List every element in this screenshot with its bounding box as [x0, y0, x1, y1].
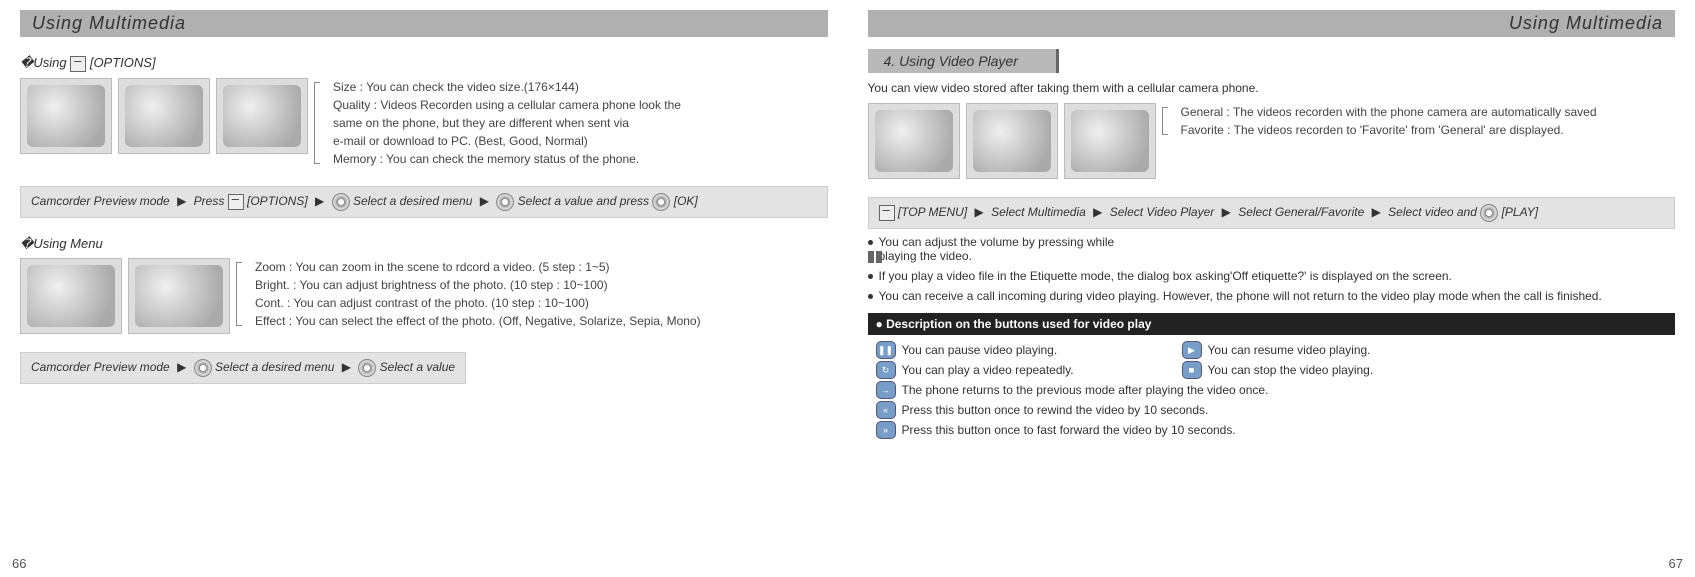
- intro-text: You can view video stored after taking t…: [868, 81, 1676, 95]
- options-icon: [70, 56, 86, 72]
- btn-desc: You can pause video playing.: [902, 343, 1182, 357]
- ok-icon: [652, 193, 670, 211]
- bar2-mid: Select a desired menu: [215, 360, 334, 374]
- option-item: Size : You can check the video size.(176…: [333, 78, 681, 96]
- bar-e: Select video and: [1388, 205, 1477, 219]
- page-number: 66: [12, 556, 26, 571]
- dpad-icon: [358, 359, 376, 377]
- genfav-item: Favorite : The videos recorden to 'Favor…: [1181, 121, 1597, 139]
- menu-icon: [879, 205, 895, 221]
- thumbnail: [966, 103, 1058, 179]
- option-item: e-mail or download to PC. (Best, Good, N…: [333, 132, 681, 150]
- bullet-text: If you play a video file in the Etiquett…: [879, 269, 1452, 283]
- dpad-icon: [496, 193, 514, 211]
- pause-icon: ❚❚: [876, 341, 896, 359]
- bar1-pre: Camcorder Preview mode: [31, 194, 170, 208]
- thumbnail: [216, 78, 308, 154]
- menu-item: Effect : You can select the effect of th…: [255, 312, 701, 330]
- thumbnail: [20, 78, 112, 154]
- bullet-text: You can receive a call incoming during v…: [879, 289, 1602, 303]
- options-icon: [228, 194, 244, 210]
- btn-desc: Press this button once to rewind the vid…: [902, 403, 1209, 417]
- instruction-bar-3: [TOP MENU] ▶ Select Multimedia ▶ Select …: [868, 197, 1676, 229]
- bar1-press: Press: [194, 194, 225, 208]
- btn-desc: You can play a video repeatedly.: [902, 363, 1182, 377]
- page-title-right: Using Multimedia: [868, 10, 1676, 37]
- thumbnail: [868, 103, 960, 179]
- option-item: same on the phone, but they are differen…: [333, 114, 681, 132]
- bar-play: [PLAY]: [1502, 205, 1538, 219]
- dpad-icon: [332, 193, 350, 211]
- bar1-opt: [OPTIONS]: [247, 194, 308, 208]
- stop-icon: ■: [1182, 361, 1202, 379]
- genfav-item: General : The videos recorden with the p…: [1181, 103, 1597, 121]
- menu-section-label: �Using Menu: [20, 236, 828, 252]
- rewind-icon: «: [876, 401, 896, 419]
- options-section-label: �Using [OPTIONS]: [20, 55, 828, 72]
- page-title-left: Using Multimedia: [20, 10, 828, 37]
- bar-d: Select General/Favorite: [1238, 205, 1364, 219]
- fastforward-icon: »: [876, 421, 896, 439]
- bar2-pre: Camcorder Preview mode: [31, 360, 170, 374]
- thumbnail: [20, 258, 122, 334]
- bar1-ok: [OK]: [674, 194, 698, 208]
- bar1-end-pre: Select a value and press: [518, 194, 649, 208]
- play-icon: [1480, 204, 1498, 222]
- bar1-mid: Select a desired menu: [353, 194, 472, 208]
- bullet-text-0: You can adjust the volume by pressing wh…: [879, 235, 1115, 263]
- bar2-end: Select a value: [380, 360, 455, 374]
- once-icon: →: [876, 381, 896, 399]
- page-number: 67: [1669, 556, 1683, 571]
- options-icon-label: [OPTIONS]: [90, 55, 156, 70]
- btn-desc: The phone returns to the previous mode a…: [902, 383, 1269, 397]
- button-table: ❚❚ You can pause video playing. ▶ You ca…: [876, 341, 1676, 439]
- btn-desc: You can resume video playing.: [1208, 343, 1371, 357]
- thumbnail: [1064, 103, 1156, 179]
- volume-up-icon: [868, 251, 874, 263]
- options-label-text: �Using: [20, 55, 67, 70]
- btn-desc: You can stop the video playing.: [1208, 363, 1374, 377]
- instruction-bar-2: Camcorder Preview mode ▶ Select a desire…: [20, 352, 466, 384]
- btn-desc: Press this button once to fast forward t…: [902, 423, 1236, 437]
- thumbnail: [128, 258, 230, 334]
- play-icon: ▶: [1182, 341, 1202, 359]
- bar-c: Select Video Player: [1110, 205, 1215, 219]
- bullet-text: You can adjust the volume by pressing wh…: [879, 235, 1123, 263]
- desc-header-text: Description on the buttons used for vide…: [886, 317, 1151, 331]
- volume-down-icon: [876, 251, 882, 263]
- description-header: ● Description on the buttons used for vi…: [868, 313, 1676, 335]
- menu-item: Zoom : You can zoom in the scene to rdco…: [255, 258, 701, 276]
- instruction-bar-1: Camcorder Preview mode ▶ Press [OPTIONS]…: [20, 186, 828, 218]
- bar-top: [TOP MENU]: [898, 205, 967, 219]
- section-heading: 4. Using Video Player: [868, 49, 1059, 73]
- thumbnail: [118, 78, 210, 154]
- bar-b: Select Multimedia: [991, 205, 1086, 219]
- dpad-icon: [194, 359, 212, 377]
- option-item: Memory : You can check the memory status…: [333, 150, 681, 168]
- menu-item: Bright. : You can adjust brightness of t…: [255, 276, 701, 294]
- menu-item: Cont. : You can adjust contrast of the p…: [255, 294, 701, 312]
- option-item: Quality : Videos Recorden using a cellul…: [333, 96, 681, 114]
- repeat-icon: ↻: [876, 361, 896, 379]
